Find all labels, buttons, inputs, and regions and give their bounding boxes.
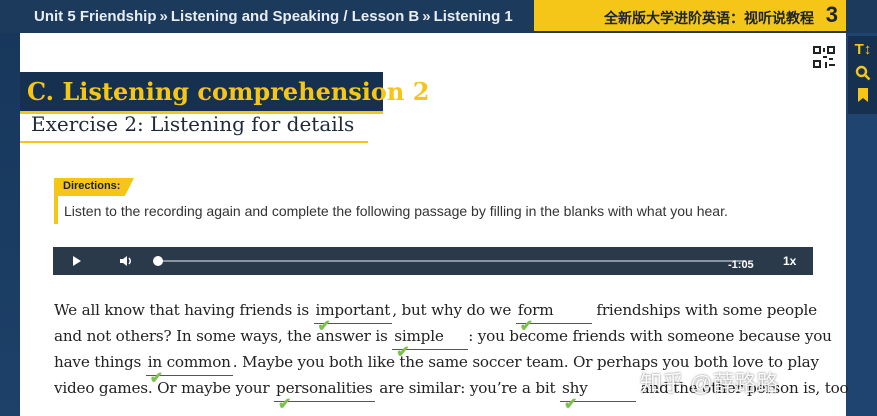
volume-icon[interactable] bbox=[119, 254, 133, 268]
directions-tag: Directions: bbox=[58, 178, 134, 196]
title-underline bbox=[20, 141, 368, 143]
blank-answer[interactable]: in common ✔ bbox=[145, 350, 233, 387]
bookmark-icon[interactable] bbox=[854, 87, 872, 105]
top-bar: Unit 5 Friendship» Listening and Speaking… bbox=[0, 0, 877, 33]
breadcrumb-lesson[interactable]: Listening and Speaking / Lesson B bbox=[171, 8, 419, 25]
play-icon[interactable] bbox=[73, 256, 81, 266]
check-icon: ✔ bbox=[149, 368, 163, 387]
breadcrumb-separator: » bbox=[159, 8, 168, 25]
blank-answer[interactable]: simple ✔ bbox=[392, 324, 469, 361]
time-remaining: -1:05 bbox=[728, 259, 754, 271]
audio-player: -1:05 1x bbox=[53, 247, 813, 275]
passage-line: and not others? In some ways, the answer… bbox=[54, 324, 832, 361]
check-icon: ✔ bbox=[317, 316, 331, 335]
brand-title: 全新版大学进阶英语：视听说教程 bbox=[604, 10, 814, 26]
passage-text: are similar: you’re a bit bbox=[374, 379, 561, 397]
search-icon[interactable] bbox=[854, 65, 872, 83]
check-icon: ✔ bbox=[564, 394, 578, 413]
blank-answer[interactable]: personalities ✔ bbox=[274, 376, 375, 413]
check-icon: ✔ bbox=[278, 394, 292, 413]
passage-text: and not others? In some ways, the answer… bbox=[54, 327, 393, 345]
progress-track[interactable] bbox=[158, 260, 746, 262]
breadcrumb: Unit 5 Friendship» Listening and Speaking… bbox=[34, 8, 513, 25]
directions-accent bbox=[54, 178, 58, 224]
brand-volume-number: 3 bbox=[825, 2, 838, 27]
background-left bbox=[0, 0, 20, 416]
passage-text: We all know that having friends is bbox=[54, 301, 314, 319]
check-icon: ✔ bbox=[396, 342, 410, 361]
check-icon: ✔ bbox=[519, 316, 533, 335]
progress-handle[interactable] bbox=[153, 256, 163, 266]
breadcrumb-current: Listening 1 bbox=[433, 8, 513, 25]
directions-label: Directions: bbox=[63, 180, 121, 192]
breadcrumb-separator: » bbox=[422, 8, 431, 25]
blank-answer[interactable]: form ✔ bbox=[515, 298, 592, 335]
passage-line: We all know that having friends is impor… bbox=[54, 298, 824, 335]
section-title: C. Listening comprehension 2 bbox=[27, 77, 430, 106]
brand-banner: 全新版大学进阶英语：视听说教程 3 bbox=[534, 0, 846, 31]
font-size-icon[interactable]: T↕ bbox=[854, 41, 872, 59]
blank-answer[interactable]: important ✔ bbox=[313, 298, 393, 335]
exercise-title: Exercise 2: Listening for details bbox=[31, 112, 355, 136]
passage-text: have things bbox=[54, 353, 146, 371]
watermark: 知乎 @薛路路 bbox=[640, 371, 779, 396]
passage-text: , but why do we bbox=[392, 301, 516, 319]
passage-text: video games. Or maybe your bbox=[54, 379, 275, 397]
breadcrumb-unit[interactable]: Unit 5 Friendship bbox=[34, 8, 157, 25]
directions-text: Listen to the recording again and comple… bbox=[64, 203, 728, 219]
qr-code-icon[interactable] bbox=[813, 46, 835, 68]
blank-answer[interactable]: shy ✔ bbox=[560, 376, 637, 413]
section-header: C. Listening comprehension 2 bbox=[20, 72, 429, 114]
playback-speed-button[interactable]: 1x bbox=[783, 254, 796, 268]
passage-text: friendships with some people bbox=[591, 301, 817, 319]
